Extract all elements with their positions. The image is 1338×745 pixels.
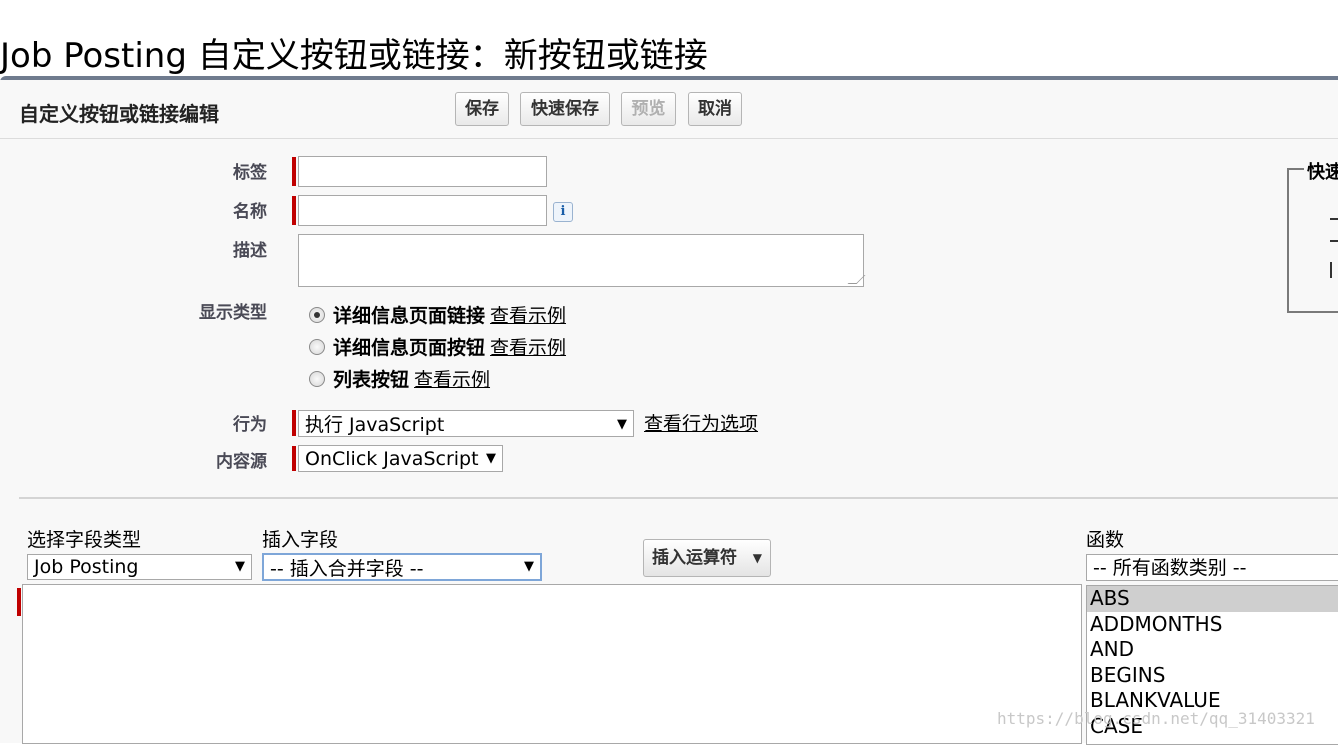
view-example-link[interactable]: 查看示例 xyxy=(414,365,490,392)
display-type-option-label: 详细信息页面链接 xyxy=(333,305,486,327)
function-item[interactable]: BEGINS xyxy=(1087,663,1338,689)
section-divider xyxy=(19,497,1338,499)
function-category-select[interactable]: -- 所有函数类别 -- xyxy=(1086,554,1338,581)
view-behavior-options-link[interactable]: 查看行为选项 xyxy=(644,409,758,436)
required-marker xyxy=(292,196,296,225)
display-type-radio-detail-button[interactable] xyxy=(309,339,325,355)
panel-heading: 自定义按钮或链接编辑 xyxy=(19,102,219,126)
side-text-fragment xyxy=(1330,240,1338,248)
view-example-link[interactable]: 查看示例 xyxy=(490,301,566,328)
chevron-down-icon: ▼ xyxy=(235,559,245,574)
info-icon[interactable]: i xyxy=(553,202,573,222)
chevron-down-icon: ▼ xyxy=(752,551,762,565)
content-source-select-value: OnClick JavaScript xyxy=(305,448,479,470)
insert-field-select[interactable]: -- 插入合并字段 -- ▼ xyxy=(262,553,542,581)
content-source-label: 内容源 xyxy=(216,452,267,472)
function-item[interactable]: ADDMONTHS xyxy=(1087,612,1338,638)
behavior-select[interactable]: 执行 JavaScript ▼ xyxy=(298,410,634,437)
formula-editor[interactable] xyxy=(22,584,1082,744)
insert-field-select-value: -- 插入合并字段 -- xyxy=(270,558,424,580)
display-type-radio-list-button[interactable] xyxy=(309,371,325,387)
name-input[interactable] xyxy=(298,195,547,226)
view-example-link[interactable]: 查看示例 xyxy=(490,333,566,360)
behavior-select-value: 执行 JavaScript xyxy=(305,414,445,436)
name-field-label: 名称 xyxy=(233,202,267,222)
quick-tips-title: 快速 xyxy=(1304,158,1338,184)
function-item[interactable]: ABS xyxy=(1087,586,1338,612)
field-type-select-value: Job Posting xyxy=(34,556,139,578)
insert-field-label: 插入字段 xyxy=(262,529,339,551)
label-field-label: 标签 xyxy=(233,163,267,183)
label-input[interactable] xyxy=(298,156,547,187)
display-type-option-label: 列表按钮 xyxy=(333,369,410,391)
resize-grip-icon[interactable] xyxy=(847,275,866,284)
cancel-button[interactable]: 取消 xyxy=(688,92,742,126)
display-type-option-label: 详细信息页面按钮 xyxy=(333,337,486,359)
functions-label: 函数 xyxy=(1086,529,1125,551)
required-marker xyxy=(292,446,296,471)
chevron-down-icon: ▼ xyxy=(524,559,534,574)
display-type-radio-detail-link[interactable] xyxy=(309,307,325,323)
preview-button: 预览 xyxy=(621,92,676,126)
function-item[interactable]: AND xyxy=(1087,637,1338,663)
quick-save-button[interactable]: 快速保存 xyxy=(520,92,610,126)
chevron-down-icon: ▼ xyxy=(617,417,627,432)
required-marker xyxy=(292,410,296,436)
watermark: https://blog.csdn.net/qq_31403321 xyxy=(997,709,1315,728)
side-text-fragment xyxy=(1330,218,1338,226)
side-text-fragment xyxy=(1330,262,1338,278)
insert-operator-label: 插入运算符 xyxy=(652,548,737,568)
description-textarea[interactable] xyxy=(298,234,866,287)
required-marker xyxy=(292,157,296,186)
content-source-select[interactable]: OnClick JavaScript ▼ xyxy=(298,445,503,472)
function-category-select-value: -- 所有函数类别 -- xyxy=(1093,557,1247,579)
description-field-label: 描述 xyxy=(233,241,267,261)
chevron-down-icon: ▼ xyxy=(486,451,496,466)
page-title: Job Posting 自定义按钮或链接：新按钮或链接 xyxy=(0,35,708,76)
field-type-select[interactable]: Job Posting ▼ xyxy=(27,554,252,580)
radio-selected-dot xyxy=(314,312,320,318)
save-button[interactable]: 保存 xyxy=(455,92,509,126)
field-type-label: 选择字段类型 xyxy=(27,529,142,551)
required-marker xyxy=(17,588,21,616)
insert-operator-button[interactable]: 插入运算符 ▼ xyxy=(643,539,771,577)
behavior-label: 行为 xyxy=(233,415,267,435)
display-type-label: 显示类型 xyxy=(199,303,267,323)
